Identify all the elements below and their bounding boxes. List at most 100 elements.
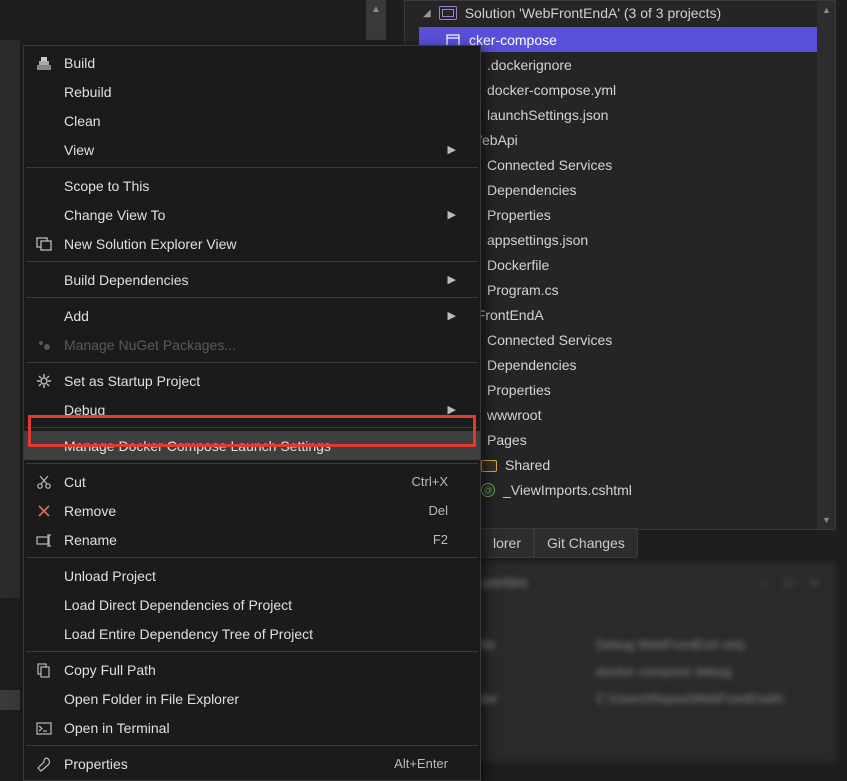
tree-node-label: _ViewImports.cshtml: [503, 482, 632, 498]
menu-item-manage-docker-compose-launch-settings[interactable]: Manage Docker Compose Launch Settings: [24, 431, 480, 460]
tree-node[interactable]: bFrontEndA: [419, 302, 835, 327]
menu-shortcut: Del: [428, 503, 466, 518]
menu-item-debug[interactable]: Debug▶: [24, 395, 480, 424]
solution-title: Solution 'WebFrontEndA' (3 of 3 projects…: [465, 5, 721, 21]
menu-item-label: Load Direct Dependencies of Project: [64, 597, 466, 613]
menu-item-load-direct-dependencies-of-project[interactable]: Load Direct Dependencies of Project: [24, 590, 480, 619]
tree-node-label: cker-compose: [469, 32, 557, 48]
menu-separator: [26, 651, 478, 652]
tree-node[interactable]: Dependencies: [419, 177, 835, 202]
solution-scrollbar[interactable]: [817, 1, 835, 529]
tree-node[interactable]: Dockerfile: [419, 252, 835, 277]
menu-separator: [26, 167, 478, 168]
tree-node[interactable]: Connected Services: [419, 327, 835, 352]
tree-node[interactable]: docker-compose.yml: [419, 77, 835, 102]
menu-item-label: Copy Full Path: [64, 662, 466, 678]
scrollbar-stub[interactable]: [366, 0, 386, 40]
chevron-right-icon: ▶: [448, 208, 466, 221]
tree-node[interactable]: Properties: [419, 377, 835, 402]
new-view-icon: [24, 236, 64, 252]
tree-node-label: Properties: [487, 207, 551, 223]
tree-node[interactable]: Dependencies: [419, 352, 835, 377]
tree-node[interactable]: launchSettings.json: [419, 102, 835, 127]
menu-item-label: New Solution Explorer View: [64, 236, 466, 252]
menu-item-scope-to-this[interactable]: Scope to This: [24, 171, 480, 200]
menu-item-label: Manage NuGet Packages...: [64, 337, 466, 353]
menu-item-label: Debug: [64, 402, 448, 418]
chevron-down-icon: ◢: [423, 8, 431, 19]
chevron-right-icon: ▶: [448, 273, 466, 286]
menu-item-properties[interactable]: PropertiesAlt+Enter: [24, 749, 480, 778]
tree-node[interactable]: wwwroot: [419, 402, 835, 427]
menu-item-view[interactable]: View▶: [24, 135, 480, 164]
menu-item-add[interactable]: Add▶: [24, 301, 480, 330]
menu-item-label: Scope to This: [64, 178, 466, 194]
tree-node[interactable]: @ _ViewImports.cshtml: [419, 477, 835, 502]
menu-item-label: Cut: [64, 474, 412, 490]
solution-icon: [439, 6, 457, 20]
menu-item-label: Clean: [64, 113, 466, 129]
menu-item-cut[interactable]: CutCtrl+X: [24, 467, 480, 496]
tree-node-label: appsettings.json: [487, 232, 588, 248]
menu-item-label: Set as Startup Project: [64, 373, 466, 389]
tree-node[interactable]: WebApi: [419, 127, 835, 152]
menu-item-clean[interactable]: Clean: [24, 106, 480, 135]
tab-solution-explorer[interactable]: lorer: [480, 528, 534, 558]
menu-shortcut: Alt+Enter: [394, 756, 466, 771]
tree-node[interactable]: Properties: [419, 202, 835, 227]
menu-item-load-entire-dependency-tree-of-project[interactable]: Load Entire Dependency Tree of Project: [24, 619, 480, 648]
wrench-icon: [24, 756, 64, 772]
menu-item-copy-full-path[interactable]: Copy Full Path: [24, 655, 480, 684]
tree-node-label: Properties: [487, 382, 551, 398]
menu-item-label: Open in Terminal: [64, 720, 466, 736]
project-context-menu: BuildRebuildCleanView▶Scope to ThisChang…: [23, 45, 481, 781]
tree-node-label: Dependencies: [487, 357, 577, 373]
tree-node[interactable]: .dockerignore: [419, 52, 835, 77]
tree-node-label: Dependencies: [487, 182, 577, 198]
menu-item-build[interactable]: Build: [24, 48, 480, 77]
menu-item-build-dependencies[interactable]: Build Dependencies▶: [24, 265, 480, 294]
terminal-icon: [24, 720, 64, 736]
menu-item-manage-nuget-packages: Manage NuGet Packages...: [24, 330, 480, 359]
menu-item-open-folder-in-file-explorer[interactable]: Open Folder in File Explorer: [24, 684, 480, 713]
menu-item-label: Load Entire Dependency Tree of Project: [64, 626, 466, 642]
menu-item-rebuild[interactable]: Rebuild: [24, 77, 480, 106]
tree-node-label: launchSettings.json: [487, 107, 608, 123]
nuget-icon: [24, 337, 64, 353]
menu-item-label: Rebuild: [64, 84, 466, 100]
folder-icon: [481, 460, 497, 472]
menu-item-label: Unload Project: [64, 568, 466, 584]
menu-item-label: Open Folder in File Explorer: [64, 691, 466, 707]
menu-shortcut: F2: [433, 532, 466, 547]
tree-node-label: Program.cs: [487, 282, 559, 298]
menu-item-rename[interactable]: RenameF2: [24, 525, 480, 554]
tree-node[interactable]: appsettings.json: [419, 227, 835, 252]
menu-item-unload-project[interactable]: Unload Project: [24, 561, 480, 590]
cshtml-icon: @: [481, 483, 495, 497]
copy-icon: [24, 662, 64, 678]
menu-item-set-as-startup-project[interactable]: Set as Startup Project: [24, 366, 480, 395]
tree-node-label: Pages: [487, 432, 527, 448]
tab-git-changes[interactable]: Git Changes: [534, 528, 638, 558]
menu-shortcut: Ctrl+X: [412, 474, 466, 489]
tree-node[interactable]: Connected Services: [419, 152, 835, 177]
menu-item-remove[interactable]: RemoveDel: [24, 496, 480, 525]
menu-item-open-in-terminal[interactable]: Open in Terminal: [24, 713, 480, 742]
tree-node[interactable]: C#Program.cs: [419, 277, 835, 302]
tree-node-label: Connected Services: [487, 332, 612, 348]
menu-item-label: Rename: [64, 532, 433, 548]
tree-node[interactable]: Pages: [419, 427, 835, 452]
menu-item-new-solution-explorer-view[interactable]: New Solution Explorer View: [24, 229, 480, 258]
menu-item-change-view-to[interactable]: Change View To▶: [24, 200, 480, 229]
menu-item-label: Manage Docker Compose Launch Settings: [64, 438, 466, 454]
menu-item-label: View: [64, 142, 448, 158]
menu-separator: [26, 297, 478, 298]
remove-icon: [24, 503, 64, 519]
menu-separator: [26, 463, 478, 464]
solution-header-row[interactable]: ◢ Solution 'WebFrontEndA' (3 of 3 projec…: [405, 1, 835, 27]
tree-node[interactable]: Shared: [419, 452, 835, 477]
menu-separator: [26, 261, 478, 262]
tree-node-label: Shared: [505, 457, 550, 473]
tree-node-label: Connected Services: [487, 157, 612, 173]
tree-node-label: Dockerfile: [487, 257, 549, 273]
